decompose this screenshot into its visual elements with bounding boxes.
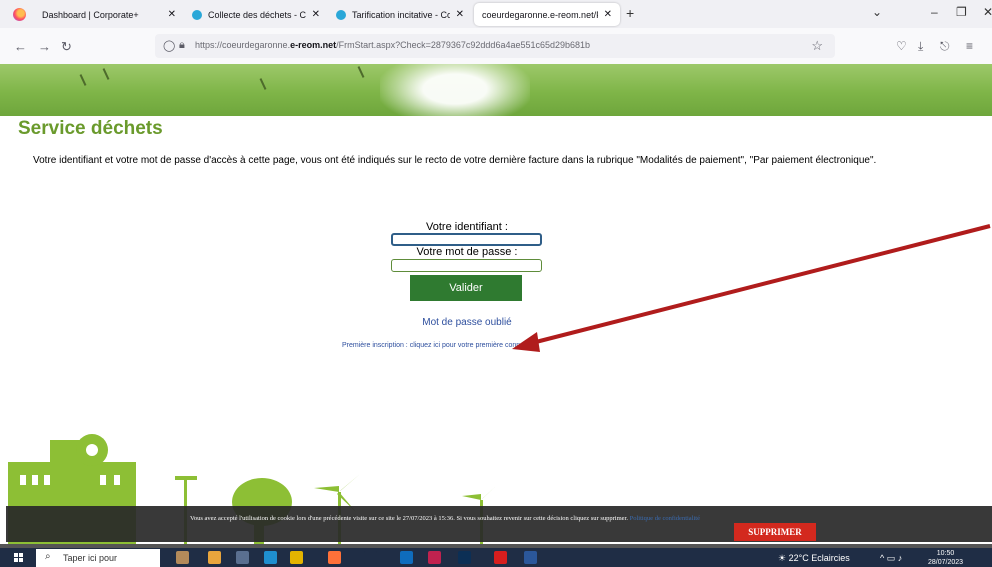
cookie-message: Vous avez accepté l'utilisation de cooki… <box>190 515 628 522</box>
outlook-icon[interactable] <box>400 551 413 564</box>
windows-start-icon[interactable] <box>14 553 24 563</box>
taskbar-clock[interactable]: 10:50 28/07/2023 <box>928 549 963 567</box>
delete-cookie-button[interactable]: SUPPRIMER <box>734 523 816 541</box>
edge-browser-icon[interactable] <box>264 551 277 564</box>
word-icon[interactable] <box>524 551 537 564</box>
arrow-shaft <box>527 224 991 346</box>
indesign-icon[interactable] <box>428 551 441 564</box>
photoshop-icon[interactable] <box>458 551 471 564</box>
search-placeholder: Taper ici pour <box>63 553 118 563</box>
privacy-policy-link[interactable]: Politique de confidentialité <box>630 515 700 522</box>
task-view-icon[interactable] <box>236 551 249 564</box>
firefox-taskbar-icon[interactable] <box>328 551 341 564</box>
windows-taskbar: ⌕ Taper ici pour ☀ 22°C Eclaircies ^ ▭ ♪… <box>0 548 992 567</box>
news-widget-icon[interactable] <box>176 551 189 564</box>
search-icon: ⌕ <box>45 551 51 562</box>
clock-date: 28/07/2023 <box>928 559 964 566</box>
weather-text: 22°C Eclaircies <box>788 553 850 563</box>
xbox-icon[interactable] <box>364 551 377 564</box>
weather-widget-icon[interactable] <box>208 551 221 564</box>
cookie-text: Vous avez accepté l'utilisation de cooki… <box>190 514 730 524</box>
acrobat-icon[interactable] <box>494 551 507 564</box>
arrow-head <box>512 332 540 352</box>
cookie-banner: Vous avez accepté l'utilisation de cooki… <box>6 506 992 542</box>
taskbar-search-box[interactable]: ⌕ Taper ici pour <box>36 549 160 567</box>
file-explorer-icon[interactable] <box>290 551 303 564</box>
system-tray-icons[interactable]: ^ ▭ ♪ <box>880 553 902 564</box>
weather-status[interactable]: ☀ 22°C Eclaircies <box>778 553 850 564</box>
clock-time: 10:50 <box>936 550 955 557</box>
